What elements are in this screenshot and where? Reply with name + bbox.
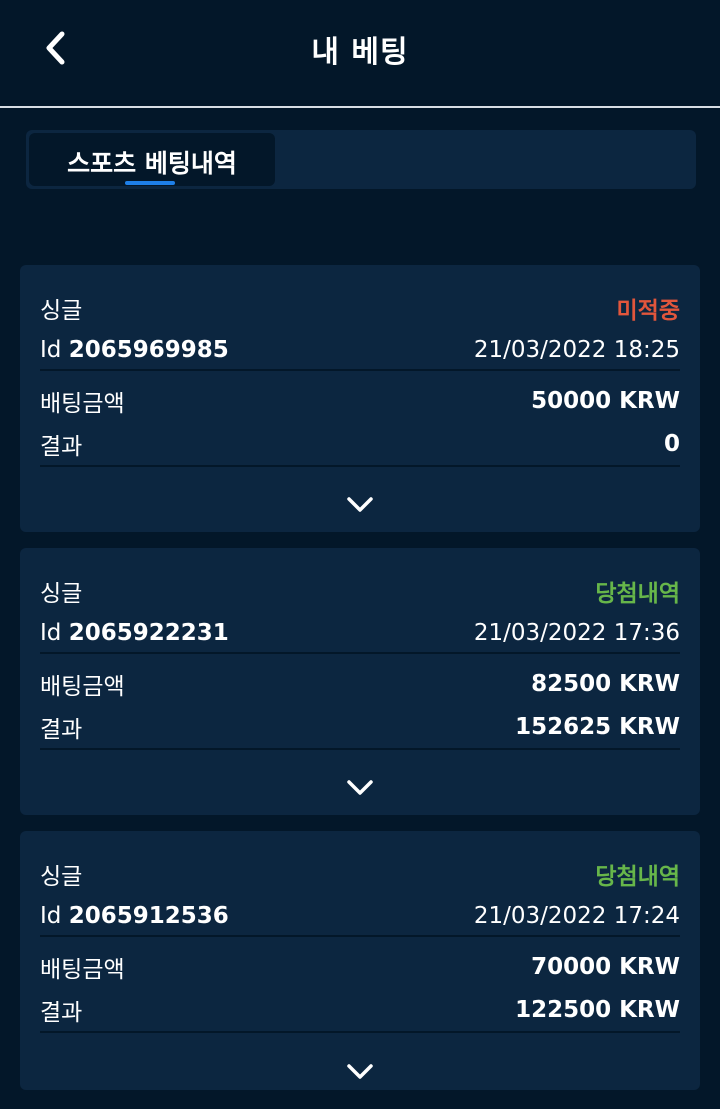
bet-amount-row: 배팅금액 50000 KRW: [40, 386, 680, 417]
bet-type: 싱글: [40, 298, 83, 324]
bet-id-row: Id 2065969985 21/03/2022 18:25: [40, 335, 680, 365]
divider: [40, 748, 680, 750]
bet-amount-label: 배팅금액: [40, 391, 125, 417]
tab-label: 스포츠 베팅내역: [67, 149, 237, 178]
chevron-down-icon: [347, 497, 373, 512]
bet-amount-label: 배팅금액: [40, 957, 125, 983]
bet-id: 2065922231: [68, 620, 229, 646]
bet-id-group: Id 2065922231: [40, 620, 229, 646]
divider: [40, 465, 680, 467]
bet-amount-label: 배팅금액: [40, 674, 125, 700]
divider: [40, 369, 680, 371]
bet-id-label: Id: [40, 903, 62, 929]
bet-result: 0: [663, 431, 680, 457]
bet-id-label: Id: [40, 620, 62, 646]
active-tab-indicator: [125, 181, 175, 185]
bet-datetime: 21/03/2022 17:36: [473, 620, 680, 646]
bet-id: 2065912536: [68, 903, 229, 929]
expand-button[interactable]: [342, 493, 378, 517]
divider: [40, 652, 680, 654]
header-bar: 내 베팅: [0, 0, 720, 108]
bet-id-row: Id 2065922231 21/03/2022 17:36: [40, 618, 680, 648]
bet-amount: 50000 KRW: [531, 388, 680, 414]
bet-result-label: 결과: [40, 434, 83, 460]
tab-sports-bet-history[interactable]: 스포츠 베팅내역: [29, 133, 275, 186]
bet-type-row: 싱글 당첨내역: [40, 576, 680, 607]
bet-datetime: 21/03/2022 17:24: [473, 903, 680, 929]
bet-type: 싱글: [40, 581, 83, 607]
bet-card: 싱글 당첨내역 Id 2065912536 21/03/2022 17:24 배…: [20, 831, 700, 1090]
bet-amount-row: 배팅금액 82500 KRW: [40, 669, 680, 700]
bet-status: 당첨내역: [595, 581, 680, 607]
bet-result: 152625 KRW: [515, 714, 680, 740]
bet-id-row: Id 2065912536 21/03/2022 17:24: [40, 901, 680, 931]
bet-status: 미적중: [616, 298, 680, 324]
tab-bar: 스포츠 베팅내역: [26, 130, 696, 189]
divider: [40, 1031, 680, 1033]
bet-id-label: Id: [40, 337, 62, 363]
bet-status: 당첨내역: [595, 864, 680, 890]
bet-result-label: 결과: [40, 1000, 83, 1026]
expand-button[interactable]: [342, 776, 378, 800]
bet-id-group: Id 2065912536: [40, 903, 229, 929]
page-title: 내 베팅: [311, 35, 409, 70]
bet-result-row: 결과 0: [40, 429, 680, 460]
chevron-down-icon: [347, 1064, 373, 1079]
bet-id: 2065969985: [68, 337, 229, 363]
bet-type: 싱글: [40, 864, 83, 890]
divider: [40, 935, 680, 937]
bet-datetime: 21/03/2022 18:25: [473, 337, 680, 363]
bet-amount: 70000 KRW: [531, 954, 680, 980]
bet-result: 122500 KRW: [515, 997, 680, 1023]
bet-type-row: 싱글 당첨내역: [40, 859, 680, 890]
chevron-down-icon: [347, 780, 373, 795]
bet-card: 싱글 미적중 Id 2065969985 21/03/2022 18:25 배팅…: [20, 265, 700, 532]
bet-result-label: 결과: [40, 717, 83, 743]
expand-button[interactable]: [342, 1060, 378, 1084]
bet-amount: 82500 KRW: [531, 671, 680, 697]
bet-amount-row: 배팅금액 70000 KRW: [40, 952, 680, 983]
bet-id-group: Id 2065969985: [40, 337, 229, 363]
bet-result-row: 결과 122500 KRW: [40, 995, 680, 1026]
bet-type-row: 싱글 미적중: [40, 293, 680, 324]
bet-result-row: 결과 152625 KRW: [40, 712, 680, 743]
bet-card: 싱글 당첨내역 Id 2065922231 21/03/2022 17:36 배…: [20, 548, 700, 815]
